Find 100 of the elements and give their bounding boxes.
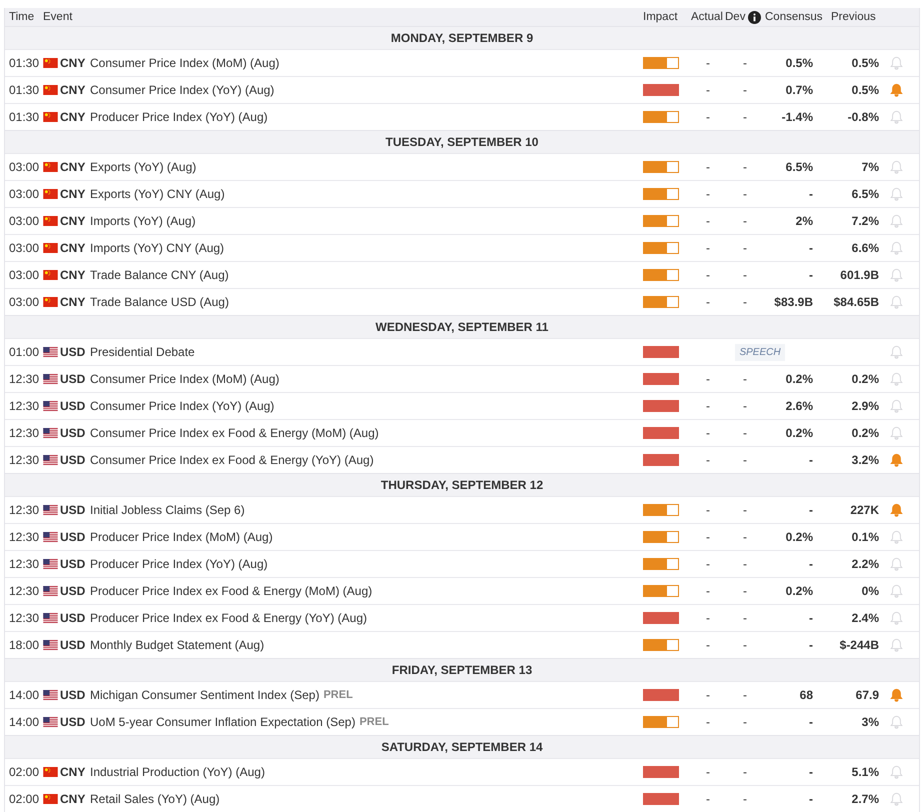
actual-value: - <box>705 56 711 70</box>
bell-icon[interactable] <box>889 372 904 386</box>
event-name[interactable]: Exports (YoY) (Aug) <box>90 160 196 174</box>
currency-code: USD <box>60 345 86 359</box>
event-name[interactable]: Michigan Consumer Sentiment Index (Sep) <box>90 688 320 702</box>
bell-icon[interactable] <box>889 110 904 124</box>
bell-icon[interactable] <box>889 503 904 517</box>
actual-value: - <box>705 638 711 652</box>
event-name[interactable]: Exports (YoY) CNY (Aug) <box>90 187 225 201</box>
deviation-value: - <box>742 160 748 174</box>
previous-value: 6.6% <box>850 241 880 255</box>
flag-icon <box>43 270 58 280</box>
event-time: 12:30 <box>8 426 40 440</box>
event-time: 12:30 <box>8 611 40 625</box>
previous-value: $84.65B <box>832 295 880 309</box>
bell-icon[interactable] <box>889 530 904 544</box>
bell-icon[interactable] <box>889 214 904 228</box>
bell-icon[interactable] <box>889 56 904 70</box>
consensus-value: - <box>808 638 814 652</box>
flag-icon <box>43 794 58 804</box>
deviation-value: - <box>742 83 748 97</box>
event-name[interactable]: Producer Price Index (YoY) (Aug) <box>90 110 268 124</box>
flag-icon <box>43 690 58 700</box>
bell-icon[interactable] <box>889 399 904 413</box>
bell-icon[interactable] <box>889 638 904 652</box>
event-name[interactable]: Imports (YoY) CNY (Aug) <box>90 241 224 255</box>
event-name[interactable]: Retail Sales (YoY) (Aug) <box>90 792 220 806</box>
event-name[interactable]: Consumer Price Index (YoY) (Aug) <box>90 399 274 413</box>
deviation-value: - <box>742 584 748 598</box>
bell-icon[interactable] <box>889 688 904 702</box>
bell-icon[interactable] <box>889 792 904 806</box>
event-name[interactable]: Trade Balance USD (Aug) <box>90 295 229 309</box>
event-time: 12:30 <box>8 557 40 571</box>
event-name[interactable]: Consumer Price Index (MoM) (Aug) <box>90 56 280 70</box>
consensus-value: - <box>808 765 814 779</box>
flag-icon <box>43 216 58 226</box>
currency-code: USD <box>60 503 86 517</box>
flag-icon <box>43 58 58 68</box>
consensus-value: -1.4% <box>780 110 814 124</box>
event-time: 03:00 <box>8 160 40 174</box>
event-name[interactable]: Consumer Price Index ex Food & Energy (YoY) (Aug) <box>90 453 374 467</box>
event-name[interactable]: Initial Jobless Claims (Sep 6) <box>90 503 245 517</box>
previous-value: 0.5% <box>850 56 880 70</box>
bell-icon[interactable] <box>889 557 904 571</box>
event-name[interactable]: Consumer Price Index (MoM) (Aug) <box>90 372 280 386</box>
bell-icon[interactable] <box>889 426 904 440</box>
actual-value: - <box>705 611 711 625</box>
bell-icon[interactable] <box>889 241 904 255</box>
currency-code: CNY <box>60 295 86 309</box>
previous-value: $-244B <box>838 638 880 652</box>
event-name[interactable]: Producer Price Index ex Food & Energy (YoY) (Aug) <box>90 611 368 625</box>
flag-icon <box>43 767 58 777</box>
bell-icon[interactable] <box>889 187 904 201</box>
flag-icon <box>43 189 58 199</box>
event-name[interactable]: Monthly Budget Statement (Aug) <box>90 638 264 652</box>
consensus-value: 0.2% <box>784 530 814 544</box>
event-time: 12:30 <box>8 530 40 544</box>
day-heading: MONDAY, SEPTEMBER 9 <box>390 31 534 45</box>
consensus-value: - <box>808 792 814 806</box>
speech-tag: SPEECH <box>735 344 785 360</box>
event-name[interactable]: Imports (YoY) (Aug) <box>90 214 196 228</box>
event-name[interactable]: Presidential Debate <box>90 345 195 359</box>
event-time: 14:00 <box>8 715 40 729</box>
deviation-value: - <box>742 453 748 467</box>
bell-icon[interactable] <box>889 295 904 309</box>
bell-icon[interactable] <box>889 715 904 729</box>
event-name[interactable]: Consumer Price Index (YoY) (Aug) <box>90 83 274 97</box>
event-time: 03:00 <box>8 295 40 309</box>
currency-code: USD <box>60 584 86 598</box>
event-name[interactable]: Producer Price Index (MoM) (Aug) <box>90 530 273 544</box>
flag-icon <box>43 297 58 307</box>
previous-value: 3% <box>860 715 880 729</box>
currency-code: CNY <box>60 187 86 201</box>
bell-icon[interactable] <box>889 453 904 467</box>
event-name[interactable]: Producer Price Index ex Food & Energy (MoM) (Aug) <box>90 584 372 598</box>
column-header: Dev <box>725 11 746 23</box>
bell-icon[interactable] <box>889 345 904 359</box>
actual-value: - <box>705 160 711 174</box>
event-name[interactable]: UoM 5-year Consumer Inflation Expectation (Sep) <box>90 715 356 729</box>
day-heading: FRIDAY, SEPTEMBER 13 <box>392 663 532 677</box>
deviation-value: - <box>742 214 748 228</box>
bell-icon[interactable] <box>889 611 904 625</box>
bell-icon[interactable] <box>889 83 904 97</box>
consensus-value: 68 <box>798 688 814 702</box>
bell-icon[interactable] <box>889 584 904 598</box>
event-name[interactable]: Trade Balance CNY (Aug) <box>90 268 229 282</box>
currency-code: USD <box>60 557 86 571</box>
event-name[interactable]: Industrial Production (YoY) (Aug) <box>90 765 265 779</box>
bell-icon[interactable] <box>889 160 904 174</box>
currency-code: USD <box>60 426 86 440</box>
previous-value: 6.5% <box>850 187 880 201</box>
info-icon[interactable] <box>748 10 762 24</box>
event-time: 03:00 <box>8 241 40 255</box>
consensus-value: - <box>808 187 814 201</box>
event-name[interactable]: Consumer Price Index ex Food & Energy (MoM) (Aug) <box>90 426 379 440</box>
event-name[interactable]: Producer Price Index (YoY) (Aug) <box>90 557 268 571</box>
bell-icon[interactable] <box>889 268 904 282</box>
deviation-value: - <box>742 557 748 571</box>
bell-icon[interactable] <box>889 765 904 779</box>
currency-code: CNY <box>60 268 86 282</box>
